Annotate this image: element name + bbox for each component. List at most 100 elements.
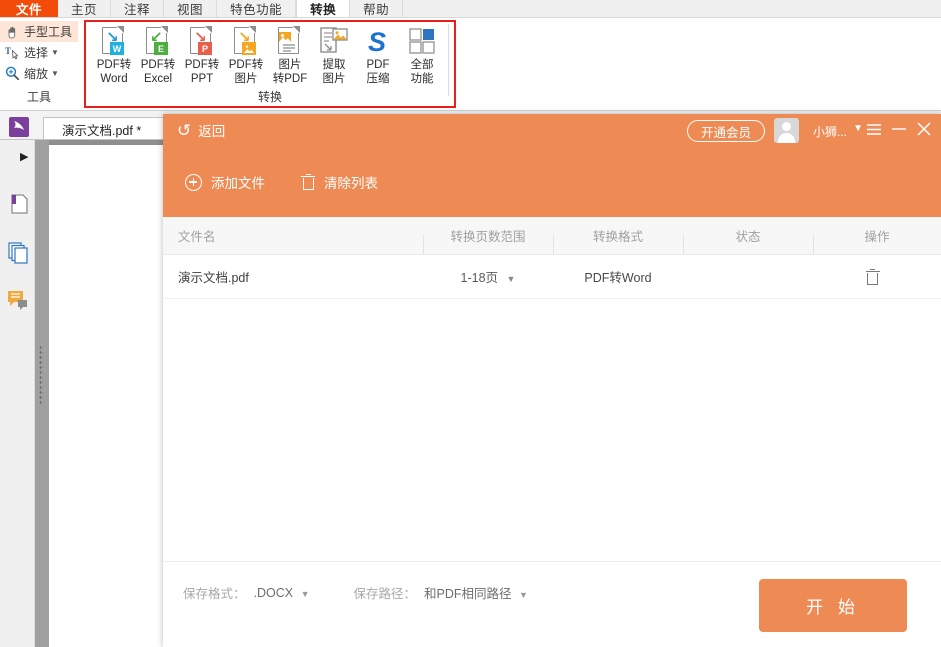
menu-item-home[interactable]: 主页 <box>58 0 111 17</box>
menu-item-view[interactable]: 视图 <box>164 0 217 17</box>
chevron-down-icon: ▼ <box>51 48 59 57</box>
back-button[interactable]: ↺ 返回 <box>177 120 225 140</box>
menu-item-help[interactable]: 帮助 <box>350 0 403 17</box>
hand-icon <box>4 23 21 40</box>
file-table-header: 文件名 转换页数范围 转换格式 状态 操作 <box>163 217 941 255</box>
vip-button[interactable]: 开通会员 <box>687 120 765 142</box>
pdf-to-image-label-2: 图片 <box>235 72 258 86</box>
panel-splitter[interactable] <box>35 140 49 647</box>
hamburger-menu-icon[interactable] <box>863 118 885 140</box>
minimize-icon[interactable] <box>888 118 910 140</box>
save-format-select[interactable]: .DOCX ▼ <box>254 586 310 600</box>
pdf-to-ppt-icon: ↘ P <box>187 26 217 56</box>
save-format-label: 保存格式： <box>183 583 246 602</box>
tool-select-label: 选择 <box>24 44 48 61</box>
zoom-icon <box>4 65 21 82</box>
tool-zoom-label: 缩放 <box>24 65 48 82</box>
pdf-to-image-icon: ↘ <box>231 26 261 56</box>
start-button[interactable]: 开 始 <box>759 579 907 632</box>
chevron-down-icon[interactable]: ▼ <box>853 123 863 134</box>
pdf-to-word-icon: ↘ W <box>99 26 129 56</box>
save-path-label: 保存路径： <box>354 583 417 602</box>
extract-image-button[interactable]: 提取 图片 <box>312 26 356 86</box>
extract-image-label-1: 提取 <box>323 58 346 72</box>
chevron-down-icon: ▼ <box>519 590 528 600</box>
all-features-icon <box>407 26 437 56</box>
pdf-to-ppt-button[interactable]: ↘ P PDF转 PPT <box>180 26 224 86</box>
dialog-header: ↺ 返回 开通会员 小狮... ▼ <box>163 114 941 217</box>
image-to-pdf-button[interactable]: 图片 转PDF <box>268 26 312 86</box>
close-icon[interactable] <box>913 118 935 140</box>
extract-image-label-2: 图片 <box>323 72 346 86</box>
tool-select[interactable]: T 选择 ▼ <box>0 42 78 63</box>
document-tab[interactable]: 演示文档.pdf * <box>43 117 171 140</box>
ribbon-toolbar: 手型工具 T 选择 ▼ <box>0 18 941 111</box>
pdf-to-ppt-label-1: PDF转 <box>185 58 220 72</box>
chevron-down-icon: ▼ <box>301 589 310 599</box>
pdf-compress-icon: S <box>363 26 393 56</box>
cell-format: PDF转Word <box>553 267 683 286</box>
image-to-pdf-icon <box>275 26 305 56</box>
ribbon-separator <box>448 24 449 96</box>
select-icon: T <box>4 44 21 61</box>
bookmark-panel-icon[interactable] <box>6 192 30 216</box>
back-label: 返回 <box>198 120 225 140</box>
pdf-to-ppt-label-2: PPT <box>191 72 213 86</box>
username-label[interactable]: 小狮... <box>813 123 847 140</box>
left-rail: ▶ <box>0 140 35 647</box>
document-tab-label: 演示文档.pdf * <box>62 120 141 139</box>
back-arrow-icon: ↺ <box>177 122 191 139</box>
clear-list-button[interactable]: 清除列表 <box>301 172 378 192</box>
extract-image-icon <box>319 26 349 56</box>
tool-hand-label: 手型工具 <box>24 23 72 40</box>
column-header-status: 状态 <box>683 226 813 245</box>
pdf-to-image-label-1: PDF转 <box>229 58 264 72</box>
pdf-compress-button[interactable]: S PDF 压缩 <box>356 26 400 86</box>
cell-filename: 演示文档.pdf <box>163 267 423 286</box>
save-path-select[interactable]: 和PDF相同路径 ▼ <box>424 583 528 602</box>
menu-item-file[interactable]: 文件 <box>0 0 58 17</box>
table-row[interactable]: 演示文档.pdf 1-18页 ▼ PDF转Word <box>163 255 941 299</box>
chevron-down-icon: ▼ <box>507 274 516 284</box>
pdf-to-excel-label-1: PDF转 <box>141 58 176 72</box>
menu-item-annotate[interactable]: 注释 <box>111 0 164 17</box>
menu-item-features[interactable]: 特色功能 <box>217 0 296 17</box>
tool-hand[interactable]: 手型工具 <box>0 21 78 42</box>
all-features-label-1: 全部 <box>411 58 434 72</box>
pdf-to-excel-label-2: Excel <box>144 72 172 86</box>
app-logo-icon <box>8 116 30 138</box>
avatar-icon[interactable] <box>774 118 799 143</box>
splitter-handle[interactable] <box>39 345 43 405</box>
column-header-filename: 文件名 <box>163 226 423 245</box>
image-to-pdf-label-1: 图片 <box>279 58 302 72</box>
comments-panel-icon[interactable] <box>6 288 30 312</box>
vip-label: 开通会员 <box>701 122 751 141</box>
trash-icon <box>301 174 315 190</box>
file-table-body: 演示文档.pdf 1-18页 ▼ PDF转Word <box>163 255 941 575</box>
menu-bar: 文件 主页 注释 视图 特色功能 转换 帮助 <box>0 0 941 18</box>
convert-dialog: ↺ 返回 开通会员 小狮... ▼ <box>163 114 941 647</box>
tool-zoom[interactable]: 缩放 ▼ <box>0 63 78 84</box>
dialog-header-actions: 添加文件 清除列表 <box>185 172 378 192</box>
thumbnails-panel-icon[interactable] <box>6 240 30 264</box>
add-file-button[interactable]: 添加文件 <box>185 172 265 192</box>
all-features-label-2: 功能 <box>411 72 434 86</box>
start-label: 开 始 <box>806 593 860 618</box>
cell-page-range[interactable]: 1-18页 ▼ <box>423 267 553 286</box>
pdf-to-word-label-2: Word <box>100 72 127 86</box>
page-range-value: 1-18页 <box>461 271 499 285</box>
delete-row-icon[interactable] <box>866 269 880 285</box>
column-header-operation: 操作 <box>813 226 941 245</box>
pdf-to-word-label-1: PDF转 <box>97 58 132 72</box>
all-features-button[interactable]: 全部 功能 <box>400 26 444 86</box>
image-to-pdf-label-2: 转PDF <box>273 72 308 86</box>
pdf-to-word-button[interactable]: ↘ W PDF转 Word <box>92 26 136 86</box>
cell-operation <box>813 269 941 285</box>
expand-arrow-icon[interactable]: ▶ <box>20 150 28 163</box>
chevron-down-icon: ▼ <box>51 69 59 78</box>
menu-item-convert[interactable]: 转换 <box>296 0 350 17</box>
convert-group-caption: 转换 <box>86 88 454 105</box>
column-header-format: 转换格式 <box>553 226 683 245</box>
pdf-to-excel-button[interactable]: ↙ E PDF转 Excel <box>136 26 180 86</box>
pdf-to-image-button[interactable]: ↘ PDF转 图片 <box>224 26 268 86</box>
